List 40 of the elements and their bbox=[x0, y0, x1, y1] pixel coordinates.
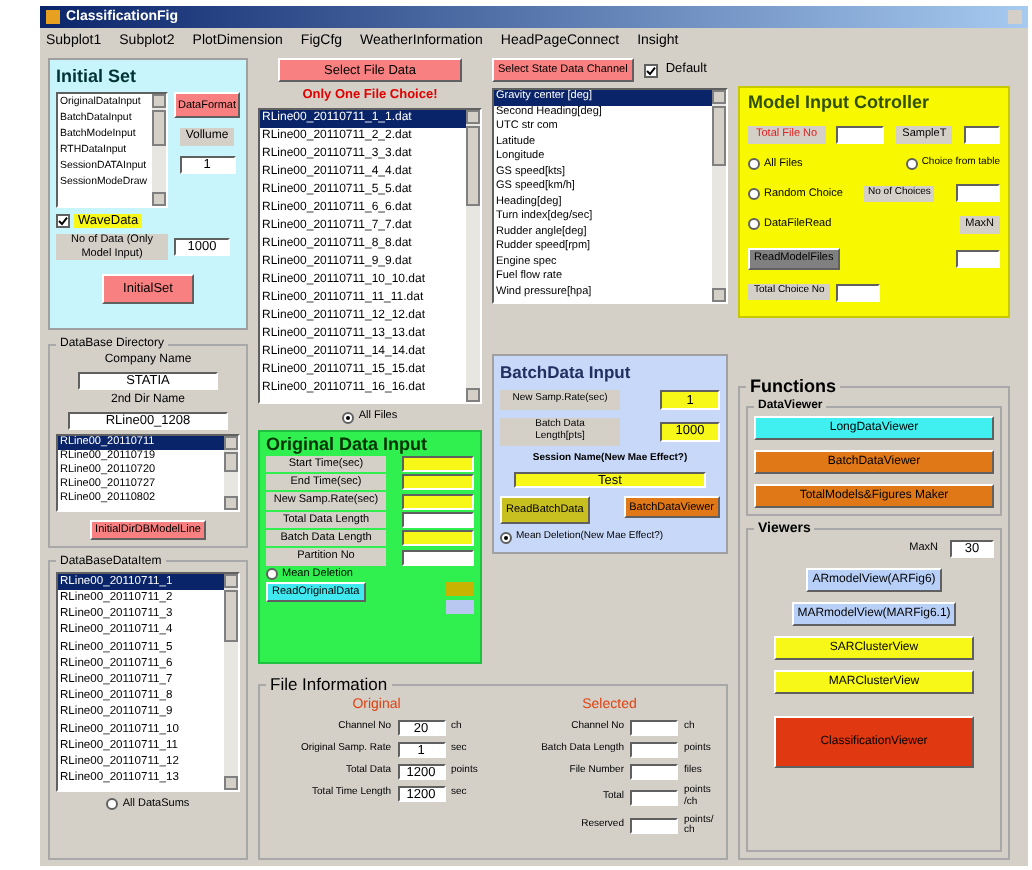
input-field[interactable] bbox=[402, 530, 474, 547]
input-field[interactable] bbox=[402, 511, 474, 528]
total-choice-field[interactable] bbox=[836, 283, 881, 302]
sample-field[interactable] bbox=[963, 126, 1000, 144]
radio-button[interactable] bbox=[748, 187, 760, 200]
input-field[interactable] bbox=[402, 493, 474, 510]
checkbox[interactable] bbox=[56, 214, 70, 229]
scrollbar[interactable] bbox=[466, 110, 480, 403]
list-box[interactable] bbox=[492, 88, 728, 304]
scrollbar[interactable] bbox=[152, 94, 166, 206]
maxn-field[interactable] bbox=[956, 249, 1000, 268]
radio-button[interactable] bbox=[905, 158, 918, 171]
total-field[interactable] bbox=[836, 126, 885, 144]
group-title: File Information bbox=[268, 674, 390, 694]
radio-button[interactable] bbox=[748, 158, 760, 171]
radio-button[interactable] bbox=[500, 532, 512, 545]
scrollbar[interactable] bbox=[224, 435, 238, 510]
scrollbar[interactable] bbox=[224, 573, 238, 790]
radio-button[interactable] bbox=[266, 567, 278, 580]
app-icon bbox=[46, 10, 60, 24]
radio-button[interactable] bbox=[342, 411, 355, 424]
input-field[interactable] bbox=[402, 474, 474, 491]
panel-title: BatchData Input bbox=[500, 362, 631, 382]
checkbox[interactable] bbox=[643, 63, 658, 77]
radio-button[interactable] bbox=[748, 218, 760, 231]
panel-title: Original Data Input bbox=[266, 433, 428, 454]
input-field[interactable] bbox=[402, 549, 474, 565]
list-box[interactable] bbox=[258, 108, 482, 405]
info-field[interactable] bbox=[630, 818, 678, 835]
info-field[interactable] bbox=[630, 789, 678, 806]
scrollbar[interactable] bbox=[712, 90, 726, 302]
group-title: Functions bbox=[748, 376, 838, 396]
radio-button[interactable] bbox=[106, 797, 119, 810]
panel-title: Model Input Cotroller bbox=[748, 92, 929, 112]
list-box[interactable] bbox=[56, 571, 240, 792]
info-field[interactable] bbox=[630, 720, 678, 737]
choices-field[interactable] bbox=[956, 184, 1000, 203]
input-field[interactable] bbox=[402, 455, 474, 472]
info-field[interactable] bbox=[630, 764, 678, 781]
info-field[interactable] bbox=[630, 742, 678, 759]
